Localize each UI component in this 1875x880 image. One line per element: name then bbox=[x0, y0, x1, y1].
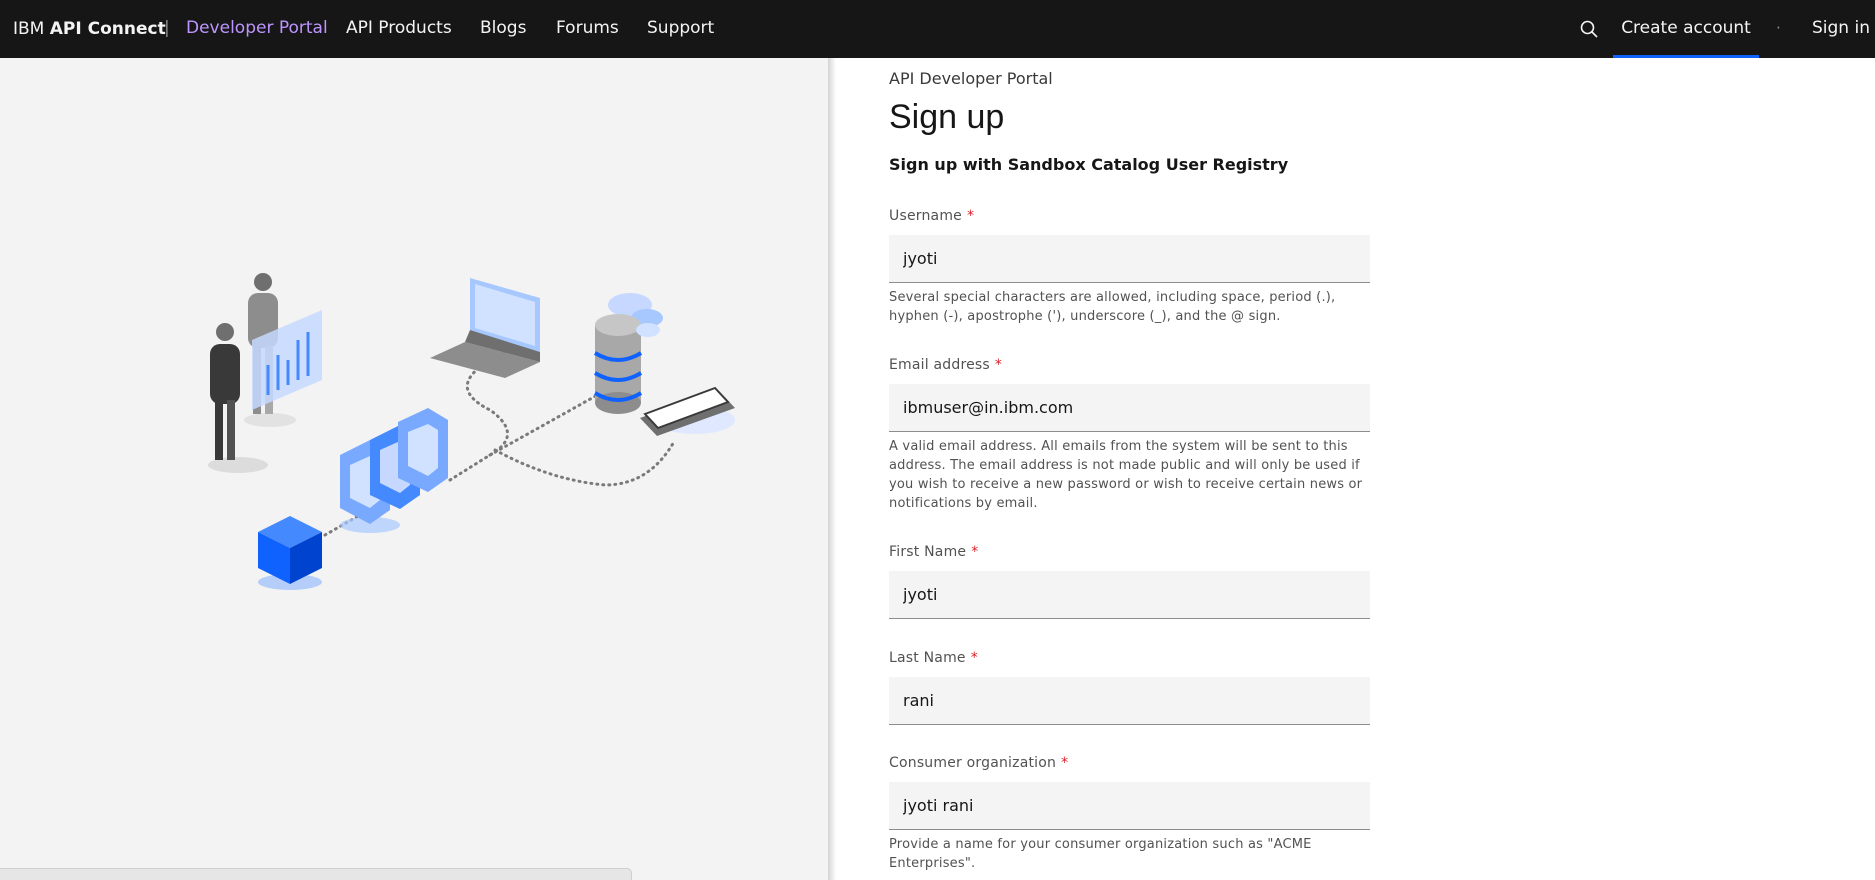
brand-prefix: IBM bbox=[13, 19, 50, 39]
search-button[interactable] bbox=[1574, 14, 1604, 44]
top-navigation: IBM API Connect | Developer Portal API P… bbox=[0, 0, 1875, 58]
create-account-button[interactable]: Create account bbox=[1613, 0, 1759, 58]
email-input[interactable] bbox=[889, 384, 1370, 432]
nav-developer-portal[interactable]: Developer Portal bbox=[186, 0, 328, 58]
last-name-label-text: Last Name bbox=[889, 650, 966, 666]
sign-in-link[interactable]: Sign in bbox=[1812, 0, 1870, 58]
first-name-label: First Name * bbox=[889, 544, 978, 560]
required-marker: * bbox=[994, 357, 1003, 373]
brand-logo[interactable]: IBM API Connect bbox=[13, 0, 166, 58]
nav-forums[interactable]: Forums bbox=[556, 0, 619, 58]
required-marker: * bbox=[1061, 755, 1069, 771]
browser-status-bar bbox=[0, 868, 632, 880]
email-label-text: Email address bbox=[889, 357, 990, 373]
required-marker: * bbox=[971, 544, 979, 560]
username-input[interactable] bbox=[889, 235, 1370, 283]
page-subtitle: Sign up with Sandbox Catalog User Regist… bbox=[889, 155, 1289, 174]
first-name-input[interactable] bbox=[889, 571, 1370, 619]
last-name-input[interactable] bbox=[889, 677, 1370, 725]
email-label: Email address * bbox=[889, 357, 1002, 373]
first-name-label-text: First Name bbox=[889, 544, 967, 560]
nav-blogs[interactable]: Blogs bbox=[480, 0, 526, 58]
page-eyebrow: API Developer Portal bbox=[889, 69, 1053, 88]
username-label-text: Username bbox=[889, 208, 962, 224]
nav-dot-separator: · bbox=[1776, 19, 1781, 37]
username-helper-text: Several special characters are allowed, … bbox=[889, 290, 1336, 324]
brand-separator: | bbox=[164, 18, 170, 38]
nav-support[interactable]: Support bbox=[647, 0, 714, 58]
api-blocks bbox=[340, 408, 448, 533]
api-connect-illustration bbox=[208, 273, 735, 590]
consumer-org-label: Consumer organization * bbox=[889, 755, 1068, 771]
panel-divider bbox=[828, 58, 836, 880]
required-marker: * bbox=[970, 650, 978, 666]
required-marker: * bbox=[966, 208, 975, 224]
laptop-graphic bbox=[430, 278, 540, 378]
blue-cube-graphic bbox=[258, 516, 322, 590]
consumer-org-input[interactable] bbox=[889, 782, 1370, 830]
database-graphic bbox=[593, 293, 663, 414]
nav-api-products[interactable]: API Products bbox=[346, 0, 452, 58]
search-icon bbox=[1580, 20, 1598, 38]
username-label: Username * bbox=[889, 208, 974, 224]
last-name-label: Last Name * bbox=[889, 650, 978, 666]
people-figures bbox=[208, 273, 322, 473]
phone-graphic bbox=[640, 386, 735, 436]
consumer-org-helper-text: Provide a name for your consumer organiz… bbox=[889, 837, 1312, 871]
brand-name: API Connect bbox=[49, 19, 166, 39]
consumer-org-label-text: Consumer organization bbox=[889, 755, 1057, 771]
email-helper-text: A valid email address. All emails from t… bbox=[889, 439, 1363, 511]
page-title: Sign up bbox=[889, 98, 1005, 136]
